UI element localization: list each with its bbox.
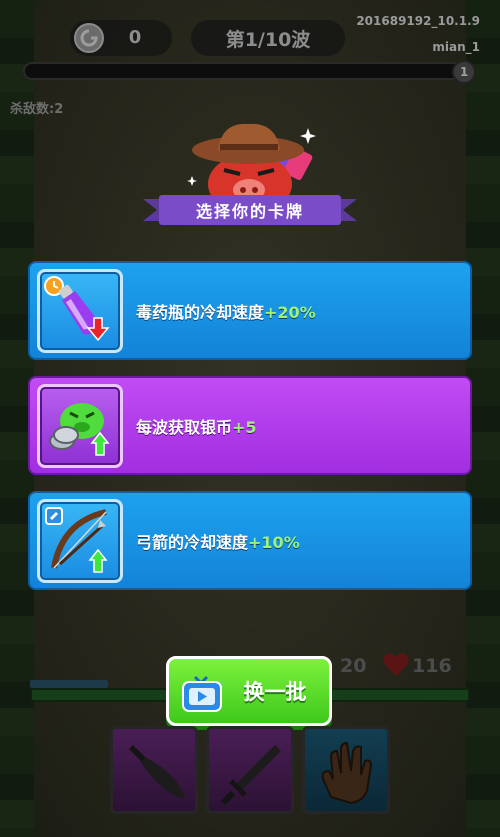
progress-badge: 1 [452, 60, 476, 84]
coin-icon [74, 23, 104, 53]
weapon-slot-glove[interactable] [302, 726, 390, 814]
card-name: 毒药瓶的冷却速度 [136, 303, 265, 322]
card-name: 弓箭的冷却速度 [136, 533, 249, 552]
card-name: 每波获取银币 [136, 418, 233, 437]
card-bonus: +10% [248, 533, 300, 552]
card-bonus: +5 [232, 418, 257, 437]
shield-value: 20 [340, 655, 367, 677]
card-bonus: +20% [264, 303, 316, 322]
upgrade-card-bow[interactable]: 弓箭的冷却速度+10% [28, 491, 472, 590]
coin-count: 0 [128, 27, 142, 48]
card-text: 每波获取银币+5 [136, 414, 257, 438]
build-version: 201689192_10.1.9 [356, 14, 480, 28]
sword-icon [220, 745, 281, 806]
dialog-title: 选择你的卡牌 [195, 202, 304, 221]
upgrade-card-poison[interactable]: 毒药瓶的冷却速度+20% [28, 261, 472, 360]
card-text: 毒药瓶的冷却速度+20% [136, 299, 316, 323]
glove-icon [321, 741, 373, 805]
choose-card-banner: 选择你的卡牌 [143, 195, 357, 225]
card-text: 弓箭的冷却速度+10% [136, 529, 300, 553]
heart-icon [383, 653, 409, 676]
coin-counter: 0 [70, 20, 172, 56]
refresh-button-label: 换一批 [243, 680, 307, 704]
wave-progress-bar [23, 62, 463, 80]
video-ad-icon [182, 675, 222, 712]
knife-icon [129, 745, 185, 799]
silver-coin-pig-icon [37, 384, 123, 468]
weapon-slot-sword[interactable] [206, 726, 294, 814]
kill-counter: 杀敌数:2 [10, 102, 64, 117]
wave-indicator: 第1/10波 [191, 20, 345, 56]
upgrade-card-silver[interactable]: 每波获取银币+5 [28, 376, 472, 475]
bow-arrow-icon [37, 499, 123, 583]
weapon-slot-knife[interactable] [110, 726, 198, 814]
user-name: mian_1 [432, 40, 480, 54]
health-value: 116 [412, 655, 452, 677]
poison-potion-icon [37, 269, 123, 353]
refresh-cards-button[interactable]: 换一批 [166, 656, 332, 726]
mana-bar [30, 680, 108, 688]
